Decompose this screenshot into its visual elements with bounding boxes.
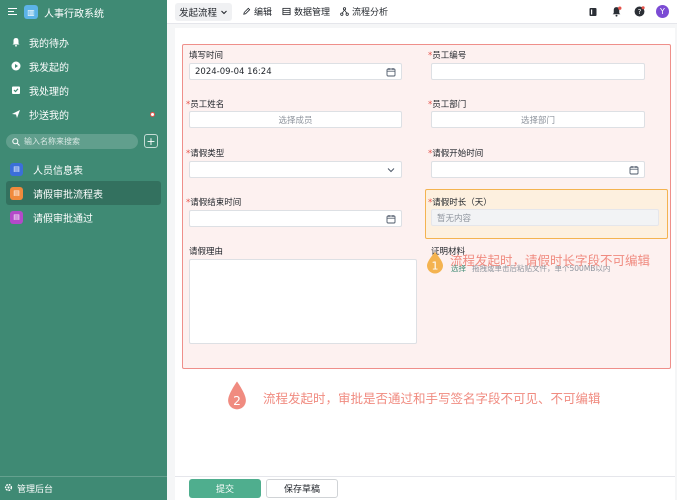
flow-analysis-label: 流程分析: [352, 8, 389, 18]
save-draft-button[interactable]: 保存草稿: [266, 479, 338, 498]
duration-field: 暂无内容: [431, 209, 659, 226]
chevron-down-icon: [221, 10, 227, 14]
topbar: 发起流程 编辑 数据管理 流程分析 ? Y: [167, 0, 677, 24]
sidebar-nav: 我的待办 我发起的 我处理的 抄送我的: [0, 30, 167, 126]
annotation-2-marker: 2: [228, 381, 246, 410]
book-icon[interactable]: [587, 6, 599, 18]
gear-icon: [4, 483, 13, 495]
calendar-icon: [386, 215, 396, 224]
department-label-text: 员工部门: [432, 100, 467, 110]
nav-item-my-todo[interactable]: 我的待办: [0, 30, 167, 54]
topbar-actions: ? Y: [587, 5, 669, 18]
admin-backend-label: 管理后台: [17, 485, 54, 495]
annotation-1-number: 1: [432, 260, 439, 273]
annotation-1-text: 流程发起时，请假时长字段不可编辑: [450, 253, 651, 268]
calendar-icon: [386, 68, 396, 77]
annotation-2-text: 流程发起时，审批是否通过和手写签名字段不可见、不可编辑: [263, 391, 601, 406]
employee-name-select[interactable]: 选择成员: [189, 111, 402, 128]
form-item-leave-approval[interactable]: ▤ 请假审批流程表: [6, 181, 161, 205]
sidebar-header: ▥ 人事行政系统: [0, 0, 167, 24]
start-time-label: *请假开始时间: [428, 147, 483, 159]
data-manage-label: 数据管理: [294, 8, 331, 18]
department-placeholder: 选择部门: [520, 115, 555, 126]
form-label: 人员信息表: [33, 165, 83, 177]
annotation-2-number: 2: [233, 394, 241, 408]
employee-name-label: *员工姓名: [186, 98, 224, 110]
nav-item-cc-me[interactable]: 抄送我的: [0, 102, 167, 126]
notification-bell-icon[interactable]: [610, 6, 622, 18]
flow-analysis-button[interactable]: 流程分析: [340, 5, 388, 18]
fill-time-label: 填写时间: [189, 49, 223, 61]
department-label: *员工部门: [428, 98, 466, 110]
calendar-icon: [629, 166, 639, 175]
search-icon: [12, 137, 20, 146]
form-list: ▤ 人员信息表 ▤ 请假审批流程表 ▤ 请假审批通过: [0, 157, 167, 229]
end-time-field[interactable]: [189, 210, 402, 227]
cc-icon: [11, 109, 21, 119]
edit-button[interactable]: 编辑: [242, 5, 272, 18]
form-item-personnel-info[interactable]: ▤ 人员信息表: [0, 157, 167, 181]
duration-label-text: 请假时长（天）: [432, 198, 492, 208]
sidebar-search-row: +: [6, 134, 158, 149]
search-input[interactable]: [24, 137, 124, 146]
nav-label: 我的待办: [29, 38, 69, 50]
menu-icon[interactable]: [8, 8, 18, 16]
form-item-leave-approved[interactable]: ▤ 请假审批通过: [0, 205, 167, 229]
check-box-icon: [11, 85, 21, 95]
employee-name-placeholder: 选择成员: [278, 115, 313, 126]
leave-type-label: *请假类型: [186, 147, 224, 159]
pencil-icon: [243, 7, 251, 15]
duration-placeholder: 暂无内容: [437, 213, 472, 224]
fill-time-value: 2024-09-04 16:24: [195, 66, 272, 77]
send-icon: [11, 61, 21, 71]
nav-item-my-handled[interactable]: 我处理的: [0, 78, 167, 102]
end-time-label: *请假结束时间: [186, 196, 241, 208]
start-time-field[interactable]: [431, 161, 645, 178]
add-form-button[interactable]: +: [144, 134, 158, 148]
reason-textarea[interactable]: [189, 259, 417, 344]
department-select[interactable]: 选择部门: [431, 111, 645, 128]
duration-label: *请假时长（天）: [428, 196, 492, 208]
form-label: 请假审批通过: [33, 213, 93, 225]
start-time-label-text: 请假开始时间: [432, 149, 484, 159]
employee-no-label-text: 员工编号: [432, 51, 467, 61]
table-icon: [282, 7, 291, 16]
chevron-down-icon: [387, 168, 395, 173]
fill-time-label-text: 填写时间: [189, 51, 224, 61]
annotation-1-marker: 1: [427, 252, 443, 274]
leave-type-select[interactable]: [189, 161, 402, 178]
form-label: 请假审批流程表: [33, 189, 103, 201]
flow-icon: [340, 7, 349, 16]
form-icon: ▤: [10, 162, 23, 176]
reason-label-text: 请假理由: [189, 247, 224, 257]
bell-icon: [11, 37, 21, 47]
employee-no-field[interactable]: [431, 63, 645, 80]
help-icon[interactable]: ?: [633, 6, 645, 18]
unread-badge: [150, 112, 155, 117]
svg-text:?: ?: [637, 7, 641, 16]
submit-button[interactable]: 提交: [189, 479, 261, 498]
leave-type-label-text: 请假类型: [190, 149, 225, 159]
employee-name-label-text: 员工姓名: [190, 100, 225, 110]
end-time-label-text: 请假结束时间: [190, 198, 242, 208]
nav-label: 我发起的: [29, 62, 69, 74]
sidebar-search: [6, 134, 138, 149]
employee-no-label: *员工编号: [428, 49, 466, 61]
admin-backend-link[interactable]: 管理后台: [0, 476, 167, 500]
fill-time-field[interactable]: 2024-09-04 16:24: [189, 63, 402, 80]
nav-label: 抄送我的: [29, 110, 69, 122]
data-manage-button[interactable]: 数据管理: [282, 5, 330, 18]
app-logo: ▥: [24, 5, 38, 19]
sidebar: ▥ 人事行政系统 我的待办 我发起的 我处理的 抄送我的 输入名称来搜索 + ▤…: [0, 0, 167, 500]
form-icon: ▤: [10, 186, 23, 200]
nav-item-my-initiated[interactable]: 我发起的: [0, 54, 167, 78]
app-title: 人事行政系统: [44, 8, 104, 20]
start-flow-label: 发起流程: [179, 7, 218, 19]
nav-label: 我处理的: [29, 86, 69, 98]
user-avatar[interactable]: Y: [656, 5, 669, 18]
reason-label: 请假理由: [189, 245, 223, 257]
form-icon: ▤: [10, 210, 23, 224]
start-flow-dropdown[interactable]: 发起流程: [175, 2, 233, 21]
edit-label: 编辑: [254, 8, 273, 18]
